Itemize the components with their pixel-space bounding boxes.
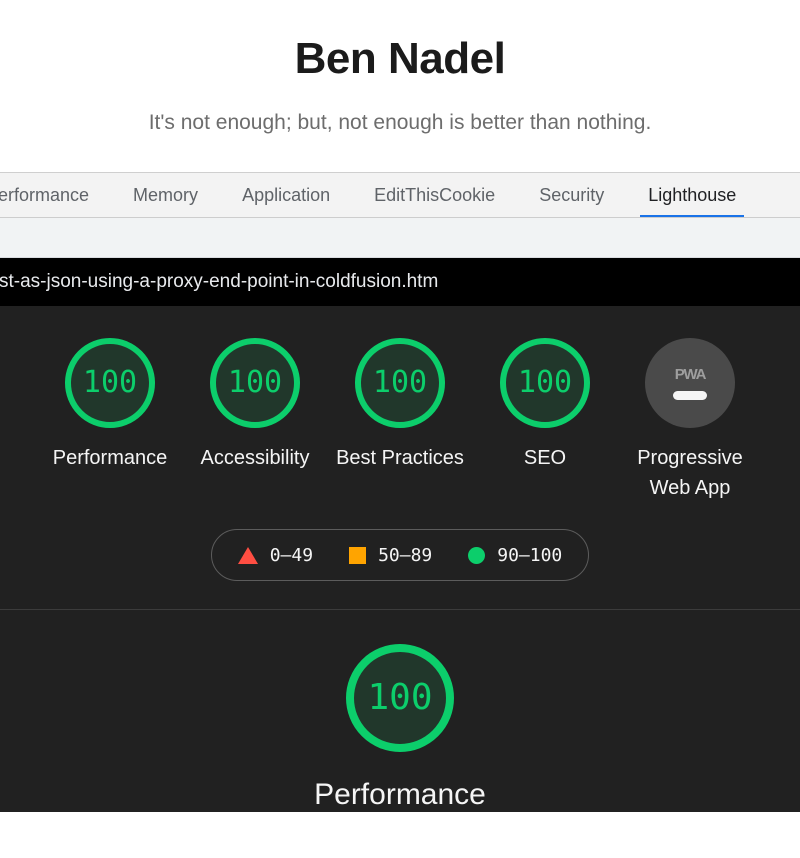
site-header: Ben Nadel It's not enough; but, not enou… [0, 0, 800, 172]
category-gauge-performance: 100 [346, 644, 454, 752]
gauge-score-value: 100 [227, 365, 283, 400]
tab-performance[interactable]: erformance [0, 173, 111, 217]
pwa-wordmark-icon: PWA [674, 366, 707, 383]
screenshot-root: Ben Nadel It's not enough; but, not enou… [0, 0, 800, 858]
tab-label: Application [242, 184, 331, 205]
legend-item-fail: 0–49 [237, 544, 314, 566]
gauge-seo: 100 [500, 338, 590, 428]
tab-application[interactable]: Application [220, 173, 352, 217]
circle-icon [468, 546, 486, 564]
gauge-item-accessibility[interactable]: 100 Accessibility [183, 338, 328, 473]
square-icon [349, 546, 367, 564]
legend-item-average: 50–89 [349, 545, 432, 566]
legend-range-label: 90–100 [497, 544, 563, 566]
devtools-tab-bar: erformance Memory Application EditThisCo… [0, 172, 800, 218]
gauge-performance: 100 [65, 338, 155, 428]
tab-lighthouse[interactable]: Lighthouse [626, 173, 758, 217]
legend-range-label: 0–49 [269, 544, 314, 566]
report-url-text: st-as-json-using-a-proxy-end-point-in-co… [0, 271, 439, 292]
report-url-bar: st-as-json-using-a-proxy-end-point-in-co… [0, 258, 800, 306]
tab-label: EditThisCookie [374, 184, 496, 205]
gauge-item-performance[interactable]: 100 Performance [38, 338, 183, 473]
site-tagline: It's not enough; but, not enough is bett… [148, 110, 652, 134]
gauge-label: Accessibility [200, 447, 310, 469]
gauge-list: 100 Performance 100 Accessibility 100 Be… [0, 338, 800, 503]
gauge-score-value: 100 [517, 365, 573, 400]
gauge-item-progressive-web-app[interactable]: PWA Progressive Web App [618, 338, 763, 503]
page-title: Ben Nadel [294, 34, 506, 83]
legend-range-label: 50–89 [378, 544, 433, 566]
tab-label: erformance [0, 184, 90, 205]
triangle-icon [237, 546, 258, 564]
legend-item-pass: 90–100 [468, 545, 562, 566]
tab-label: Security [539, 184, 605, 205]
score-legend: 0–49 50–89 90–100 [210, 529, 590, 581]
gauge-label: Best Practices [336, 447, 464, 469]
category-title: Performance [314, 778, 486, 811]
lighthouse-report: st-as-json-using-a-proxy-end-point-in-co… [0, 258, 800, 812]
gauge-label: Performance [52, 447, 168, 469]
gauge-score-value: 100 [82, 365, 138, 400]
gauge-item-seo[interactable]: 100 SEO [473, 338, 618, 473]
gauge-best-practices: 100 [355, 338, 445, 428]
devtools-panel-toolbar [0, 218, 800, 258]
gauge-item-best-practices[interactable]: 100 Best Practices [328, 338, 473, 473]
category-gauge-score-value: 100 [367, 677, 433, 718]
gauge-progressive-web-app: PWA [645, 338, 735, 428]
gauge-accessibility: 100 [210, 338, 300, 428]
tab-security[interactable]: Security [517, 173, 626, 217]
category-section-performance: 100 Performance [0, 610, 800, 812]
score-legend-wrapper: 0–49 50–89 90–100 [0, 529, 800, 581]
tab-editthiscookie[interactable]: EditThisCookie [352, 173, 517, 217]
score-summary-section: 100 Performance 100 Accessibility 100 Be… [0, 306, 800, 610]
gauge-label: Progressive Web App [637, 447, 743, 499]
gauge-score-value: 100 [372, 365, 428, 400]
tab-memory[interactable]: Memory [111, 173, 220, 217]
pwa-null-dash-icon [673, 391, 707, 400]
gauge-label: SEO [523, 447, 567, 469]
tab-label: Lighthouse [648, 184, 737, 205]
tab-label: Memory [133, 184, 199, 205]
